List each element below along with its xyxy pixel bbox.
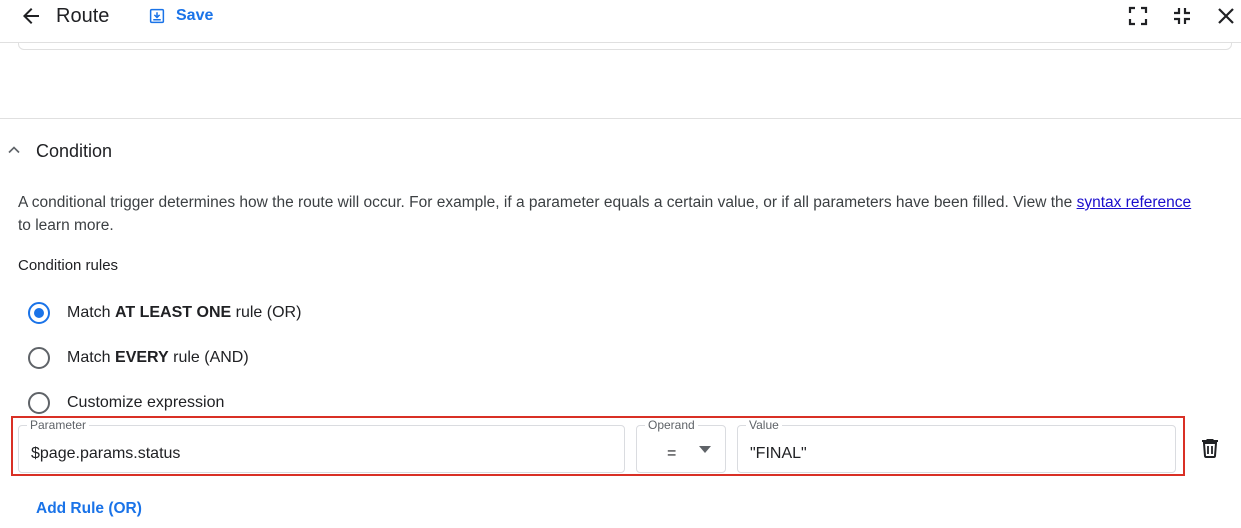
operand-value: = xyxy=(667,445,677,462)
description-text-end: to learn more. xyxy=(18,217,114,234)
save-icon xyxy=(149,8,165,24)
fullscreen-exit-icon xyxy=(1174,8,1190,24)
syntax-reference-link[interactable]: syntax reference xyxy=(1077,194,1192,211)
route-editor-panel: Route Save Condition A conditional trigg… xyxy=(0,0,1241,528)
radio-customize-expression[interactable]: Customize expression xyxy=(28,390,224,416)
operand-label: Operand xyxy=(645,419,698,431)
value-label: Value xyxy=(746,419,782,431)
arrow-back-icon xyxy=(23,8,39,24)
panel-title: Route xyxy=(56,5,110,27)
panel-header: Route Save xyxy=(0,0,1241,43)
condition-collapse-toggle[interactable] xyxy=(4,140,24,160)
collapse-panel-button[interactable] xyxy=(1170,4,1194,28)
back-button[interactable] xyxy=(18,4,44,28)
radio-button-checked[interactable] xyxy=(28,302,50,324)
condition-section-title: Condition xyxy=(36,141,113,161)
operand-select[interactable]: Operand = xyxy=(636,419,726,473)
description-text: A conditional trigger determines how the… xyxy=(18,194,1077,211)
radio-label: Customize expression xyxy=(67,394,225,411)
delete-rule-button[interactable] xyxy=(1198,436,1222,460)
radio-match-every[interactable]: Match EVERY rule (AND) xyxy=(28,345,249,371)
chevron-up-icon xyxy=(8,146,20,154)
parameter-label: Parameter xyxy=(27,419,90,431)
parameter-value: $page.params.status xyxy=(31,445,181,462)
dropdown-arrow-icon xyxy=(699,446,711,453)
save-button-label: Save xyxy=(176,7,214,24)
value-field[interactable]: Value "FINAL" xyxy=(737,419,1176,473)
radio-button[interactable] xyxy=(28,347,50,369)
save-button[interactable]: Save xyxy=(148,4,213,28)
value-value: "FINAL" xyxy=(750,445,807,462)
radio-label: Match AT LEAST ONE rule (OR) xyxy=(67,304,302,321)
add-rule-button[interactable]: Add Rule (OR) xyxy=(36,500,142,518)
close-button[interactable] xyxy=(1214,4,1238,28)
fullscreen-button[interactable] xyxy=(1126,4,1150,28)
close-icon xyxy=(1218,8,1234,24)
parameter-field[interactable]: Parameter $page.params.status xyxy=(18,419,625,473)
trash-icon xyxy=(1202,439,1218,458)
radio-button[interactable] xyxy=(28,392,50,414)
radio-label: Match EVERY rule (AND) xyxy=(67,349,249,366)
condition-description: A conditional trigger determines how the… xyxy=(18,191,1208,237)
condition-rules-label: Condition rules xyxy=(18,257,119,274)
radio-match-at-least-one[interactable]: Match AT LEAST ONE rule (OR) xyxy=(28,300,301,326)
section-divider xyxy=(0,118,1241,119)
fullscreen-icon xyxy=(1128,6,1148,26)
